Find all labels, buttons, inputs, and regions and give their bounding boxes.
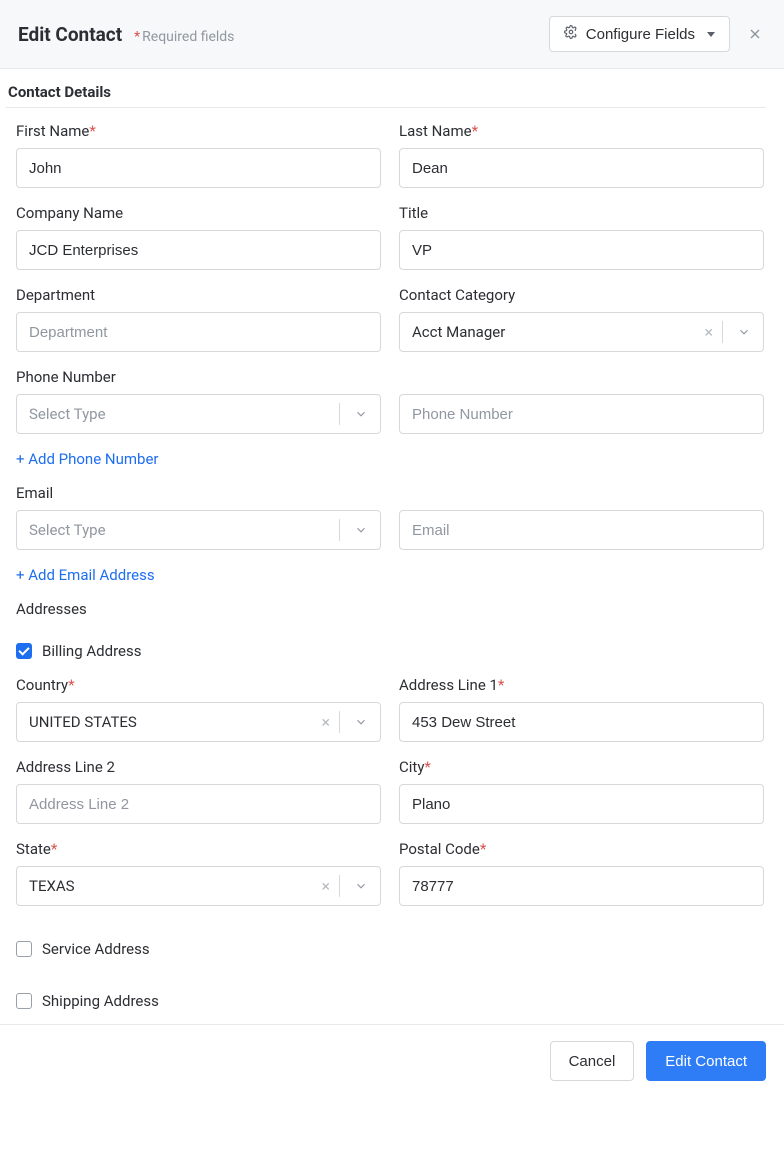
email-input[interactable]	[399, 510, 764, 550]
state-group: State* TEXAS ×	[16, 840, 381, 906]
address2-input[interactable]	[16, 784, 381, 824]
contact-category-label: Contact Category	[399, 286, 764, 304]
required-hint: *Required fields	[134, 29, 234, 45]
chevron-down-icon	[737, 325, 751, 339]
page-title: Edit Contact	[18, 23, 122, 46]
address2-group: Address Line 2	[16, 758, 381, 824]
contact-category-select[interactable]: Acct Manager ×	[399, 312, 764, 352]
chevron-down-icon	[354, 879, 368, 893]
company-name-input[interactable]	[16, 230, 381, 270]
title-input[interactable]	[399, 230, 764, 270]
email-group: Email Select Type	[16, 484, 764, 550]
title-label: Title	[399, 204, 764, 222]
email-type-select[interactable]: Select Type	[16, 510, 381, 550]
country-label: Country*	[16, 676, 381, 694]
postal-label: Postal Code*	[399, 840, 764, 858]
title-group: Title	[399, 204, 764, 270]
billing-address-checkbox[interactable]	[16, 643, 32, 659]
city-label: City*	[399, 758, 764, 776]
add-email-link[interactable]: + Add Email Address	[16, 566, 155, 584]
country-select[interactable]: UNITED STATES ×	[16, 702, 381, 742]
section-title: Contact Details	[6, 83, 766, 108]
email-label: Email	[16, 484, 764, 502]
address1-input[interactable]	[399, 702, 764, 742]
address2-label: Address Line 2	[16, 758, 381, 776]
shipping-address-label: Shipping Address	[42, 992, 159, 1010]
state-label: State*	[16, 840, 381, 858]
phone-number-input[interactable]	[399, 394, 764, 434]
first-name-input[interactable]	[16, 148, 381, 188]
last-name-input[interactable]	[399, 148, 764, 188]
service-address-checkbox[interactable]	[16, 941, 32, 957]
clear-icon[interactable]: ×	[321, 713, 330, 732]
first-name-group: First Name*	[16, 122, 381, 188]
department-label: Department	[16, 286, 381, 304]
chevron-down-icon	[354, 523, 368, 537]
postal-input[interactable]	[399, 866, 764, 906]
phone-number-label: Phone Number	[16, 368, 764, 386]
last-name-group: Last Name*	[399, 122, 764, 188]
phone-number-group: Phone Number Select Type	[16, 368, 764, 434]
company-name-group: Company Name	[16, 204, 381, 270]
city-group: City*	[399, 758, 764, 824]
gear-icon	[564, 25, 578, 43]
clear-icon[interactable]: ×	[704, 323, 713, 342]
configure-fields-button[interactable]: Configure Fields	[549, 16, 730, 52]
clear-icon[interactable]: ×	[321, 877, 330, 896]
service-address-label: Service Address	[42, 940, 150, 958]
dialog-header: Edit Contact *Required fields Configure …	[0, 0, 784, 69]
last-name-label: Last Name*	[399, 122, 764, 140]
address1-group: Address Line 1*	[399, 676, 764, 742]
shipping-address-checkbox[interactable]	[16, 993, 32, 1009]
city-input[interactable]	[399, 784, 764, 824]
add-phone-link[interactable]: + Add Phone Number	[16, 450, 158, 468]
chevron-down-icon	[354, 407, 368, 421]
chevron-down-icon	[354, 715, 368, 729]
cancel-button[interactable]: Cancel	[550, 1041, 635, 1081]
billing-address-label: Billing Address	[42, 642, 141, 660]
phone-type-select[interactable]: Select Type	[16, 394, 381, 434]
close-button[interactable]	[744, 23, 766, 45]
department-input[interactable]	[16, 312, 381, 352]
state-select[interactable]: TEXAS ×	[16, 866, 381, 906]
addresses-label: Addresses	[16, 600, 764, 618]
department-group: Department	[16, 286, 381, 352]
first-name-label: First Name*	[16, 122, 381, 140]
dialog-footer: Cancel Edit Contact	[0, 1024, 784, 1097]
address1-label: Address Line 1*	[399, 676, 764, 694]
country-group: Country* UNITED STATES ×	[16, 676, 381, 742]
submit-button[interactable]: Edit Contact	[646, 1041, 766, 1081]
company-name-label: Company Name	[16, 204, 381, 222]
postal-group: Postal Code*	[399, 840, 764, 906]
caret-down-icon	[707, 32, 715, 37]
contact-category-group: Contact Category Acct Manager ×	[399, 286, 764, 352]
